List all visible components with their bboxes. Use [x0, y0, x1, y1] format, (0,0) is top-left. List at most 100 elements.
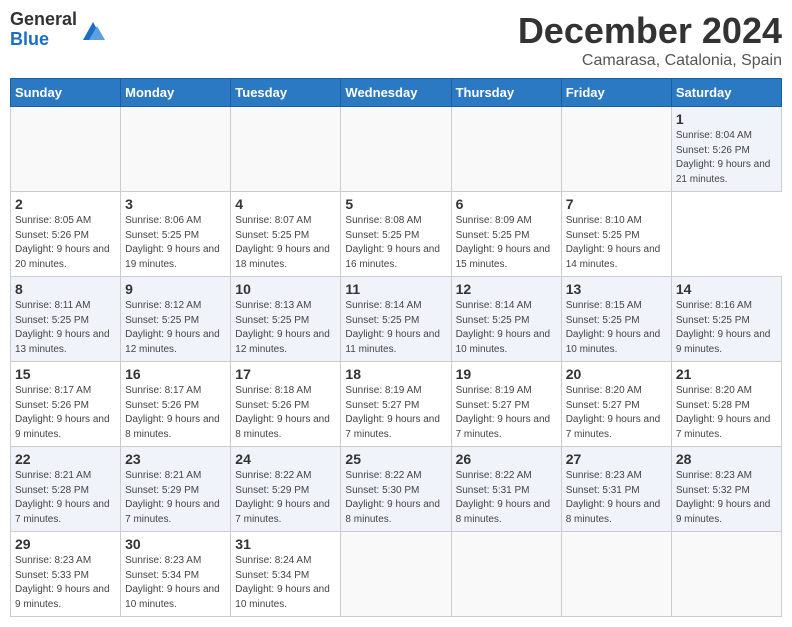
calendar-cell	[121, 107, 231, 192]
calendar-cell: 16 Sunrise: 8:17 AMSunset: 5:26 PMDayligh…	[121, 362, 231, 447]
day-info: Sunrise: 8:17 AMSunset: 5:26 PMDaylight:…	[125, 385, 220, 440]
day-info: Sunrise: 8:11 AMSunset: 5:25 PMDaylight:…	[15, 300, 110, 355]
calendar-cell: 21 Sunrise: 8:20 AMSunset: 5:28 PMDayligh…	[671, 362, 781, 447]
calendar-cell	[451, 107, 561, 192]
header-day-sunday: Sunday	[11, 79, 121, 107]
calendar-cell: 5 Sunrise: 8:08 AMSunset: 5:25 PMDaylight…	[341, 192, 451, 277]
calendar-row: 22Sunrise: 8:21 AMSunset: 5:28 PMDayligh…	[11, 447, 782, 532]
logo-icon	[79, 16, 107, 44]
day-number: 14	[676, 281, 777, 297]
day-number: 5	[345, 196, 446, 212]
calendar-cell: 8 Sunrise: 8:11 AMSunset: 5:25 PMDaylight…	[11, 277, 121, 362]
calendar-cell: 18Sunrise: 8:19 AMSunset: 5:27 PMDayligh…	[341, 362, 451, 447]
day-number: 16	[125, 366, 226, 382]
calendar-cell: 27Sunrise: 8:23 AMSunset: 5:31 PMDayligh…	[561, 447, 671, 532]
calendar-cell	[451, 532, 561, 617]
day-info: Sunrise: 8:22 AMSunset: 5:29 PMDaylight:…	[235, 470, 330, 525]
day-number: 25	[345, 451, 446, 467]
day-info: Sunrise: 8:14 AMSunset: 5:25 PMDaylight:…	[456, 300, 551, 355]
day-info: Sunrise: 8:21 AMSunset: 5:29 PMDaylight:…	[125, 470, 220, 525]
calendar-cell: 4Sunrise: 8:07 AMSunset: 5:25 PMDaylight…	[231, 192, 341, 277]
day-number: 22	[15, 451, 116, 467]
day-number: 24	[235, 451, 336, 467]
calendar-cell: 11 Sunrise: 8:14 AMSunset: 5:25 PMDayligh…	[341, 277, 451, 362]
calendar-cell: 23 Sunrise: 8:21 AMSunset: 5:29 PMDayligh…	[121, 447, 231, 532]
day-number: 17	[235, 366, 336, 382]
subtitle: Camarasa, Catalonia, Spain	[518, 52, 782, 70]
day-number: 9	[125, 281, 226, 297]
day-number: 8	[15, 281, 116, 297]
day-info: Sunrise: 8:15 AMSunset: 5:25 PMDaylight:…	[566, 300, 661, 355]
day-number: 7	[566, 196, 667, 212]
header-day-friday: Friday	[561, 79, 671, 107]
day-number: 27	[566, 451, 667, 467]
day-number: 12	[456, 281, 557, 297]
calendar-cell	[671, 532, 781, 617]
calendar-cell: 24 Sunrise: 8:22 AMSunset: 5:29 PMDayligh…	[231, 447, 341, 532]
day-info: Sunrise: 8:20 AMSunset: 5:28 PMDaylight:…	[676, 385, 771, 440]
page-header: General Blue December 2024 Camarasa, Cat…	[10, 10, 782, 70]
calendar-cell: 2 Sunrise: 8:05 AMSunset: 5:26 PMDaylight…	[11, 192, 121, 277]
day-number: 20	[566, 366, 667, 382]
day-number: 26	[456, 451, 557, 467]
calendar-cell: 28Sunrise: 8:23 AMSunset: 5:32 PMDayligh…	[671, 447, 781, 532]
calendar-cell: 31Sunrise: 8:24 AMSunset: 5:34 PMDayligh…	[231, 532, 341, 617]
day-info: Sunrise: 8:17 AMSunset: 5:26 PMDaylight:…	[15, 385, 110, 440]
day-info: Sunrise: 8:19 AMSunset: 5:27 PMDaylight:…	[456, 385, 551, 440]
day-info: Sunrise: 8:13 AMSunset: 5:25 PMDaylight:…	[235, 300, 330, 355]
logo-blue: Blue	[10, 30, 77, 50]
day-number: 15	[15, 366, 116, 382]
day-number: 30	[125, 536, 226, 552]
calendar-row: 2 Sunrise: 8:05 AMSunset: 5:26 PMDaylight…	[11, 192, 782, 277]
header-day-saturday: Saturday	[671, 79, 781, 107]
day-number: 10	[235, 281, 336, 297]
calendar-cell	[561, 107, 671, 192]
day-info: Sunrise: 8:18 AMSunset: 5:26 PMDaylight:…	[235, 385, 330, 440]
calendar-row: 8 Sunrise: 8:11 AMSunset: 5:25 PMDaylight…	[11, 277, 782, 362]
header-day-tuesday: Tuesday	[231, 79, 341, 107]
day-info: Sunrise: 8:23 AMSunset: 5:34 PMDaylight:…	[125, 555, 220, 610]
day-number: 11	[345, 281, 446, 297]
calendar-row: 1Sunrise: 8:04 AMSunset: 5:26 PMDaylight…	[11, 107, 782, 192]
calendar-cell: 15 Sunrise: 8:17 AMSunset: 5:26 PMDayligh…	[11, 362, 121, 447]
calendar-cell	[341, 532, 451, 617]
calendar-cell: 3Sunrise: 8:06 AMSunset: 5:25 PMDaylight…	[121, 192, 231, 277]
day-number: 19	[456, 366, 557, 382]
day-info: Sunrise: 8:16 AMSunset: 5:25 PMDaylight:…	[676, 300, 771, 355]
day-number: 4	[235, 196, 336, 212]
day-number: 23	[125, 451, 226, 467]
calendar-cell: 1Sunrise: 8:04 AMSunset: 5:26 PMDaylight…	[671, 107, 781, 192]
day-info: Sunrise: 8:23 AMSunset: 5:33 PMDaylight:…	[15, 555, 110, 610]
day-info: Sunrise: 8:22 AMSunset: 5:31 PMDaylight:…	[456, 470, 551, 525]
day-number: 13	[566, 281, 667, 297]
day-info: Sunrise: 8:04 AMSunset: 5:26 PMDaylight:…	[676, 130, 771, 185]
calendar-cell: 17 Sunrise: 8:18 AMSunset: 5:26 PMDayligh…	[231, 362, 341, 447]
day-number: 6	[456, 196, 557, 212]
calendar-cell: 14 Sunrise: 8:16 AMSunset: 5:25 PMDayligh…	[671, 277, 781, 362]
day-info: Sunrise: 8:05 AMSunset: 5:26 PMDaylight:…	[15, 215, 110, 270]
calendar-cell: 9Sunrise: 8:12 AMSunset: 5:25 PMDaylight…	[121, 277, 231, 362]
calendar-cell: 22Sunrise: 8:21 AMSunset: 5:28 PMDayligh…	[11, 447, 121, 532]
title-block: December 2024 Camarasa, Catalonia, Spain	[518, 10, 782, 70]
header-day-monday: Monday	[121, 79, 231, 107]
header-day-thursday: Thursday	[451, 79, 561, 107]
logo: General Blue	[10, 10, 107, 50]
day-info: Sunrise: 8:20 AMSunset: 5:27 PMDaylight:…	[566, 385, 661, 440]
calendar-cell: 30 Sunrise: 8:23 AMSunset: 5:34 PMDayligh…	[121, 532, 231, 617]
day-info: Sunrise: 8:06 AMSunset: 5:25 PMDaylight:…	[125, 215, 220, 270]
day-info: Sunrise: 8:23 AMSunset: 5:32 PMDaylight:…	[676, 470, 771, 525]
month-title: December 2024	[518, 10, 782, 52]
day-number: 29	[15, 536, 116, 552]
calendar-cell: 7Sunrise: 8:10 AMSunset: 5:25 PMDaylight…	[561, 192, 671, 277]
day-number: 2	[15, 196, 116, 212]
day-number: 18	[345, 366, 446, 382]
calendar-cell	[231, 107, 341, 192]
calendar-row: 29 Sunrise: 8:23 AMSunset: 5:33 PMDayligh…	[11, 532, 782, 617]
calendar-body: 1Sunrise: 8:04 AMSunset: 5:26 PMDaylight…	[11, 107, 782, 617]
calendar-cell: 19 Sunrise: 8:19 AMSunset: 5:27 PMDayligh…	[451, 362, 561, 447]
calendar-cell: 26 Sunrise: 8:22 AMSunset: 5:31 PMDayligh…	[451, 447, 561, 532]
day-info: Sunrise: 8:14 AMSunset: 5:25 PMDaylight:…	[345, 300, 440, 355]
day-info: Sunrise: 8:08 AMSunset: 5:25 PMDaylight:…	[345, 215, 440, 270]
logo-general: General	[10, 10, 77, 30]
day-number: 21	[676, 366, 777, 382]
